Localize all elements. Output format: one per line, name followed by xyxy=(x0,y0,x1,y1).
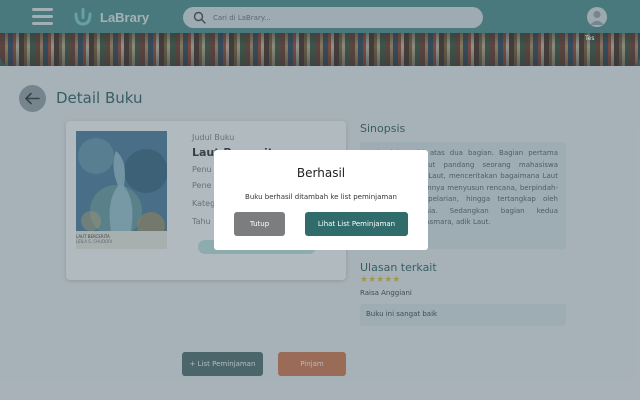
close-button[interactable]: Tutup xyxy=(234,212,285,236)
success-dialog: Berhasil Buku berhasil ditambah ke list … xyxy=(214,150,428,250)
user-name[interactable]: Tes xyxy=(585,35,594,42)
see-borrow-list-button[interactable]: Lihat List Peminjaman xyxy=(305,212,408,236)
dialog-title: Berhasil xyxy=(296,166,346,180)
dialog-message: Buku berhasil ditambah ke list peminjama… xyxy=(245,193,397,201)
